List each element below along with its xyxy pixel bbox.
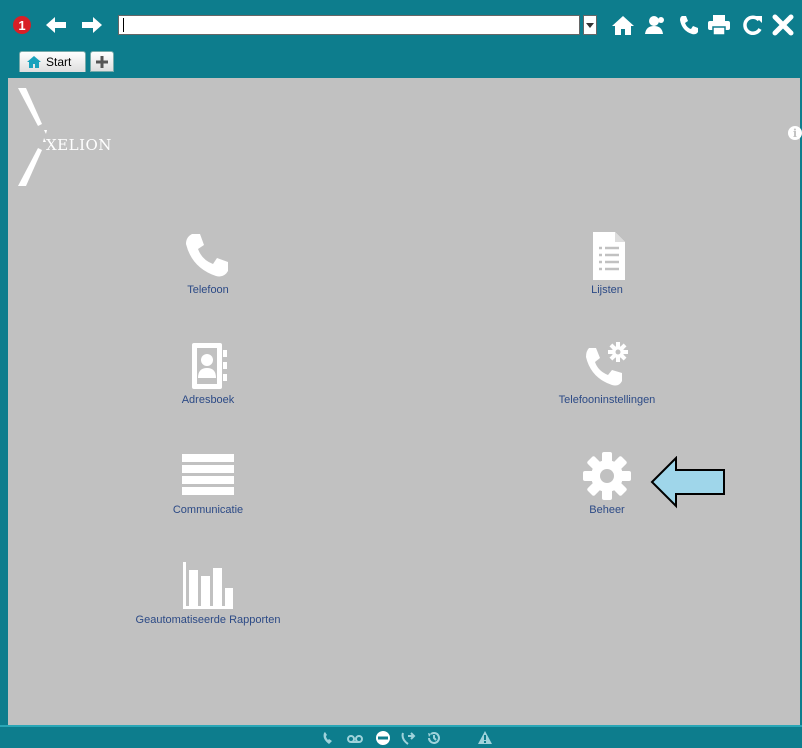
print-icon[interactable] (707, 14, 731, 36)
app-window: 1 Start XELION i Telefoon Lijsten Adresb… (0, 0, 802, 748)
address-dropdown-button[interactable] (583, 15, 597, 35)
list-document-icon (579, 228, 635, 284)
addressbook-icon (180, 338, 236, 394)
history-icon[interactable] (426, 730, 442, 746)
tile-label: Lijsten (591, 284, 623, 296)
gear-icon (579, 448, 635, 504)
phone-icon[interactable] (678, 14, 700, 36)
contacts-icon[interactable] (642, 14, 668, 36)
warning-icon[interactable] (477, 730, 493, 746)
home-icon[interactable] (611, 14, 635, 36)
phone-settings-icon (579, 338, 635, 394)
tile-telefooninstellingen[interactable]: Telefooninstellingen (497, 338, 717, 406)
do-not-disturb-icon[interactable] (375, 730, 391, 746)
info-icon[interactable]: i (788, 126, 802, 140)
text-cursor (123, 18, 124, 32)
call-icon[interactable] (321, 730, 337, 746)
tile-label: Geautomatiseerde Rapporten (135, 614, 281, 626)
refresh-icon[interactable] (742, 14, 764, 36)
tab-add-button[interactable] (90, 51, 114, 72)
back-icon[interactable] (44, 15, 68, 35)
bar-chart-icon (180, 558, 236, 614)
tile-geautomatiseerde-rapporten[interactable]: Geautomatiseerde Rapporten (98, 558, 318, 626)
pointer-arrow (650, 456, 725, 509)
voicemail-icon[interactable] (346, 730, 364, 746)
xelion-logo: XELION (16, 86, 136, 186)
notification-badge[interactable]: 1 (13, 16, 31, 34)
address-bar[interactable] (118, 15, 580, 35)
tab-start-label: Start (46, 55, 72, 69)
forward-icon[interactable] (80, 15, 104, 35)
start-page: XELION i Telefoon Lijsten Adresboek Tele… (8, 78, 802, 725)
tile-label: Telefoon (187, 284, 229, 296)
tile-label: Beheer (589, 504, 625, 516)
communication-bars-icon (180, 448, 236, 504)
tile-telefoon[interactable]: Telefoon (98, 228, 318, 296)
tile-adresboek[interactable]: Adresboek (98, 338, 318, 406)
plus-icon (96, 55, 108, 68)
phone-icon (180, 228, 236, 284)
tile-label: Telefooninstellingen (558, 394, 656, 406)
tile-label: Communicatie (172, 504, 244, 516)
tile-lijsten[interactable]: Lijsten (497, 228, 717, 296)
close-icon[interactable] (772, 14, 794, 36)
tab-start[interactable]: Start (19, 51, 86, 72)
tile-label: Adresboek (181, 394, 235, 406)
home-icon (27, 56, 41, 68)
top-toolbar: 1 (0, 0, 802, 46)
tile-communicatie[interactable]: Communicatie (98, 448, 318, 516)
logo-text: XELION (46, 136, 112, 154)
dropdown-icon (586, 23, 594, 28)
forward-call-icon[interactable] (400, 730, 416, 746)
status-bar (0, 725, 802, 748)
